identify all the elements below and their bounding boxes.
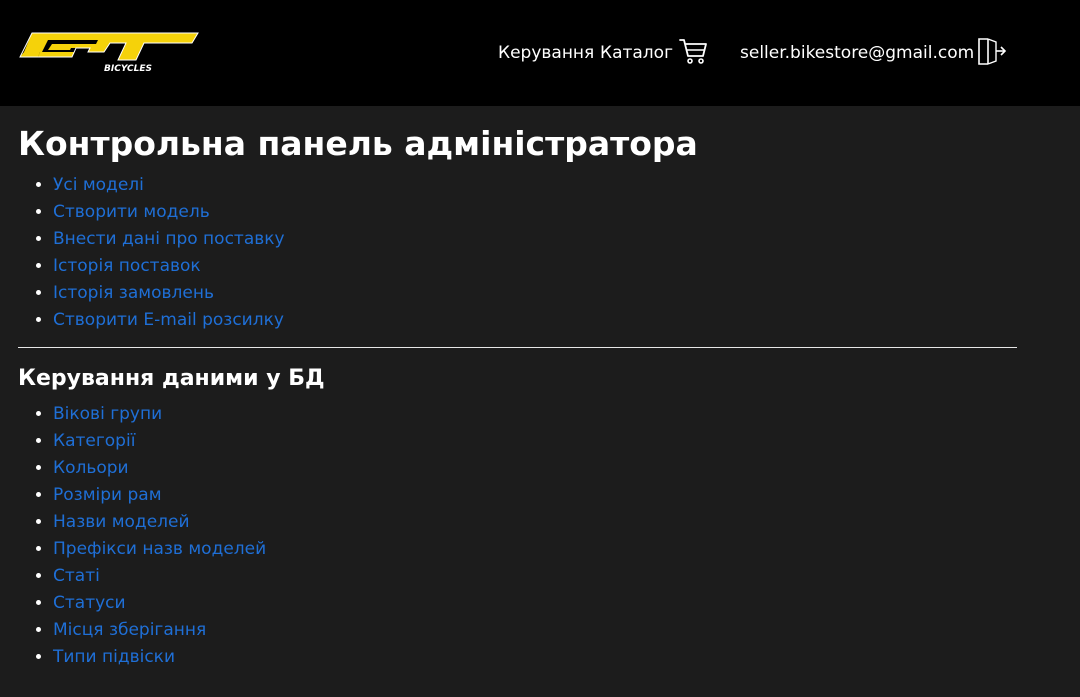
logout-icon[interactable] (976, 36, 1008, 68)
list-item: Місця зберігання (53, 616, 266, 643)
list-item: Внести дані про поставку (53, 225, 285, 252)
link-suspension-types[interactable]: Типи підвіски (53, 647, 175, 667)
top-navbar: BICYCLES Керування Каталог seller.bikest… (0, 0, 1080, 106)
list-item: Усі моделі (53, 171, 285, 198)
link-add-supply[interactable]: Внести дані про поставку (53, 229, 285, 249)
list-item: Історія поставок (53, 252, 285, 279)
link-statuses[interactable]: Статуси (53, 593, 126, 613)
cart-icon-graphic (679, 39, 707, 64)
list-item: Створити модель (53, 198, 285, 225)
page-title: Контрольна панель адміністратора (18, 124, 698, 163)
link-create-mailing[interactable]: Створити E-mail розсилку (53, 310, 284, 330)
link-colors[interactable]: Кольори (53, 458, 129, 478)
nav-catalog-link[interactable]: Каталог (600, 42, 673, 64)
section-divider (18, 347, 1017, 348)
db-section-title: Керування даними у БД (18, 366, 325, 391)
list-item: Створити E-mail розсилку (53, 306, 285, 333)
link-age-groups[interactable]: Вікові групи (53, 404, 162, 424)
user-email[interactable]: seller.bikestore@gmail.com (740, 42, 974, 64)
list-item: Категорії (53, 427, 266, 454)
link-model-name-prefixes[interactable]: Префікси назв моделей (53, 539, 266, 559)
gt-bicycles-logo[interactable]: BICYCLES (18, 30, 200, 74)
list-item: Кольори (53, 454, 266, 481)
link-categories[interactable]: Категорії (53, 431, 135, 451)
link-frame-sizes[interactable]: Розміри рам (53, 485, 162, 505)
link-order-history[interactable]: Історія замовлень (53, 283, 214, 303)
admin-links-list: Усі моделі Створити модель Внести дані п… (18, 171, 285, 333)
nav-manage-link[interactable]: Керування (498, 42, 594, 64)
logout-icon-graphic (978, 38, 1007, 65)
link-supply-history[interactable]: Історія поставок (53, 256, 201, 276)
link-create-model[interactable]: Створити модель (53, 202, 210, 222)
list-item: Вікові групи (53, 400, 266, 427)
list-item: Типи підвіски (53, 643, 266, 670)
list-item: Історія замовлень (53, 279, 285, 306)
link-model-names[interactable]: Назви моделей (53, 512, 190, 532)
link-genders[interactable]: Статі (53, 566, 100, 586)
list-item: Префікси назв моделей (53, 535, 266, 562)
svg-text:BICYCLES: BICYCLES (104, 64, 152, 74)
list-item: Статуси (53, 589, 266, 616)
link-storage-locations[interactable]: Місця зберігання (53, 620, 206, 640)
gt-logo-icon: BICYCLES (19, 32, 199, 74)
link-all-models[interactable]: Усі моделі (53, 175, 144, 195)
list-item: Статі (53, 562, 266, 589)
cart-icon[interactable] (678, 36, 708, 66)
db-links-list: Вікові групи Категорії Кольори Розміри р… (18, 400, 266, 670)
list-item: Розміри рам (53, 481, 266, 508)
list-item: Назви моделей (53, 508, 266, 535)
